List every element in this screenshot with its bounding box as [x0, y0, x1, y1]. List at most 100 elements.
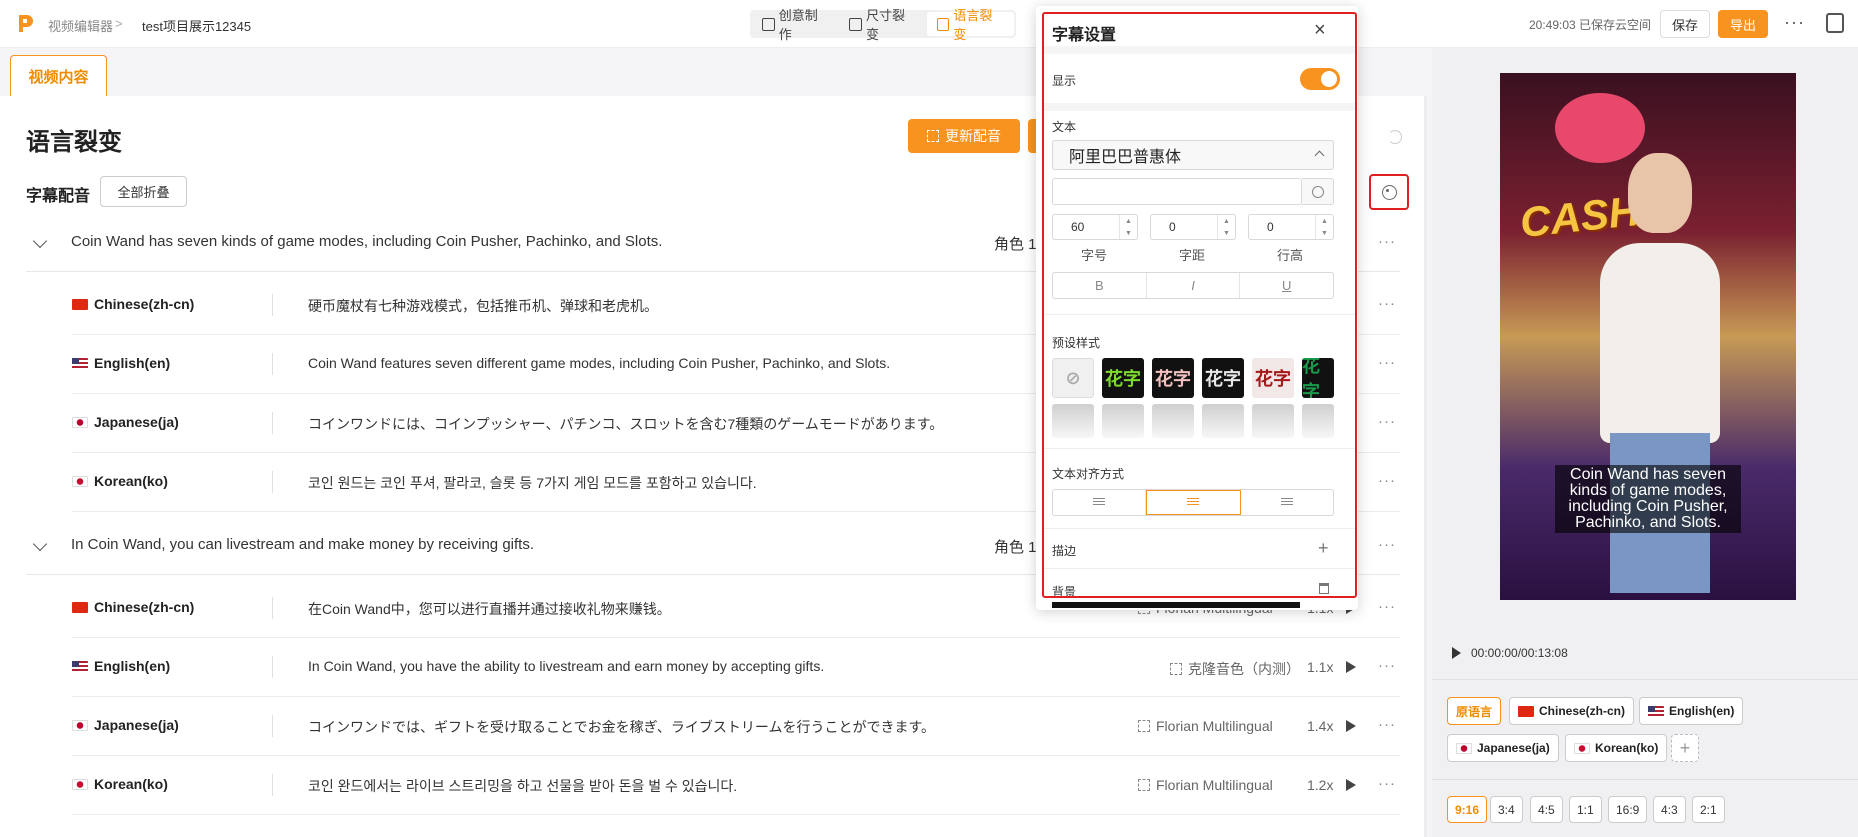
tab-creative[interactable]: 创意制作: [752, 8, 839, 42]
font-size-stepper[interactable]: 60 ▲ ▼: [1052, 214, 1138, 240]
underline-button[interactable]: U: [1240, 273, 1333, 298]
bold-button[interactable]: B: [1053, 273, 1147, 298]
preset-style-faded[interactable]: [1202, 404, 1244, 438]
more-icon[interactable]: ···: [1378, 472, 1396, 489]
tab-language[interactable]: 语言裂变: [926, 8, 1014, 42]
fold-all-button[interactable]: 全部折叠: [100, 176, 187, 207]
line-height-stepper[interactable]: 0 ▲ ▼: [1248, 214, 1334, 240]
translation-text[interactable]: 코인 원드는 코인 푸셔, 팔라코, 슬롯 등 7가지 게임 모드를 포함하고 …: [308, 473, 757, 493]
app-logo-icon[interactable]: [16, 12, 34, 34]
translation-text[interactable]: In Coin Wand, you have the ability to li…: [308, 658, 824, 674]
subtitle-overlay[interactable]: Coin Wand has seven kinds of game modes,…: [1555, 465, 1741, 533]
preset-style-white[interactable]: 花字: [1202, 358, 1244, 398]
translation-text[interactable]: 在Coin Wand中，您可以进行直播并通过接收礼物来赚钱。: [308, 599, 671, 619]
play-icon[interactable]: [1452, 647, 1461, 659]
more-icon[interactable]: ···: [1378, 536, 1396, 553]
project-name[interactable]: test项目展示12345: [142, 16, 251, 35]
background-color-swatch[interactable]: [1052, 602, 1300, 608]
stepper-arrows-icon[interactable]: ▲ ▼: [1217, 215, 1235, 239]
italic-button[interactable]: I: [1147, 273, 1241, 298]
more-icon[interactable]: ···: [1378, 657, 1396, 674]
close-icon[interactable]: ×: [1314, 19, 1326, 42]
redo-icon[interactable]: [1388, 130, 1402, 144]
stepper-arrows-icon[interactable]: ▲ ▼: [1315, 215, 1333, 239]
ratio-4-3[interactable]: 4:3: [1653, 796, 1686, 823]
play-icon[interactable]: [1346, 720, 1356, 732]
save-button[interactable]: 保存: [1660, 10, 1710, 38]
scrollbar[interactable]: [1424, 96, 1427, 837]
subtitle-style-button[interactable]: [1369, 174, 1409, 210]
translation-text[interactable]: コインワンドには、コインプッシャー、パチンコ、スロットを含む7種類のゲームモード…: [308, 414, 943, 434]
align-center-button[interactable]: [1146, 490, 1241, 515]
popup-title: 字幕设置: [1052, 27, 1117, 44]
preset-style-red[interactable]: 花字: [1252, 358, 1294, 398]
preset-style-faded[interactable]: [1302, 404, 1334, 438]
more-icon[interactable]: ···: [1378, 716, 1396, 733]
preset-none[interactable]: ⊘: [1052, 358, 1094, 398]
ratio-2-1[interactable]: 2:1: [1692, 796, 1725, 823]
ratio-3-4[interactable]: 3:4: [1490, 796, 1523, 823]
translation-text[interactable]: 硬币魔杖有七种游戏模式，包括推币机、弹球和老虎机。: [308, 296, 658, 316]
table-row: Korean(ko) 코인 완드에서는 라이브 스트리밍을 하고 선물을 받아 …: [72, 756, 1400, 815]
play-icon[interactable]: [1346, 661, 1356, 673]
color-picker-button[interactable]: [1302, 178, 1334, 205]
translation-text[interactable]: 코인 완드에서는 라이브 스트리밍을 하고 선물을 받아 돈을 벌 수 있습니다…: [308, 776, 737, 796]
letter-spacing-stepper[interactable]: 0 ▲ ▼: [1150, 214, 1236, 240]
color-field[interactable]: [1052, 178, 1302, 205]
tab-video-content[interactable]: 视频内容: [10, 55, 107, 96]
more-menu-icon[interactable]: ···: [1784, 12, 1805, 33]
preset-style-darkgreen[interactable]: 花字: [1302, 358, 1334, 398]
line-height-label: 行高: [1277, 248, 1304, 263]
lang-chip-ko[interactable]: Korean(ko): [1565, 734, 1668, 762]
font-select[interactable]: 阿里巴巴普惠体: [1052, 140, 1334, 170]
translation-text[interactable]: Coin Wand features seven different game …: [308, 355, 890, 371]
divider: [272, 656, 273, 678]
align-left-button[interactable]: [1053, 490, 1147, 515]
align-right-button[interactable]: [1241, 490, 1333, 515]
chevron-down-icon[interactable]: [32, 536, 48, 552]
role-label[interactable]: 角色 1: [994, 233, 1037, 254]
preset-style-green[interactable]: 花字: [1102, 358, 1144, 398]
export-button[interactable]: 导出: [1718, 10, 1768, 38]
update-dub-button[interactable]: 更新配音: [908, 119, 1020, 153]
lang-chip-zh[interactable]: Chinese(zh-cn): [1509, 697, 1635, 725]
more-icon[interactable]: ···: [1378, 295, 1396, 312]
role-label[interactable]: 角色 1: [994, 536, 1037, 557]
voice-selector[interactable]: 克隆音色（内测）: [1170, 659, 1300, 679]
ratio-1-1[interactable]: 1:1: [1569, 796, 1602, 823]
tab-resize[interactable]: 尺寸裂变: [839, 8, 926, 42]
show-toggle[interactable]: [1300, 68, 1340, 90]
flag-jp-icon: [72, 719, 88, 731]
preset-style-faded[interactable]: [1252, 404, 1294, 438]
chevron-down-icon[interactable]: [32, 233, 48, 249]
add-stroke-icon[interactable]: +: [1318, 538, 1329, 559]
preset-style-faded[interactable]: [1152, 404, 1194, 438]
add-language-button[interactable]: +: [1671, 734, 1699, 762]
more-icon[interactable]: ···: [1378, 354, 1396, 371]
trash-icon[interactable]: [1319, 583, 1329, 594]
ratio-9-16[interactable]: 9:16: [1447, 796, 1488, 823]
stepper-arrows-icon[interactable]: ▲ ▼: [1119, 215, 1137, 239]
lang-chip-ja[interactable]: Japanese(ja): [1447, 734, 1559, 762]
breadcrumb-root[interactable]: 视频编辑器: [48, 16, 113, 35]
ratio-4-5[interactable]: 4:5: [1530, 796, 1563, 823]
translation-text[interactable]: コインワンドでは、ギフトを受け取ることでお金を稼ぎ、ライブストリームを行うことが…: [308, 717, 935, 737]
lang-chip-en[interactable]: English(en): [1639, 697, 1744, 725]
voice-selector[interactable]: Florian Multilingual: [1138, 718, 1273, 734]
play-icon[interactable]: [1346, 779, 1356, 791]
more-icon[interactable]: ···: [1378, 775, 1396, 792]
preset-style-pink[interactable]: 花字: [1152, 358, 1194, 398]
speed-label[interactable]: 1.2x: [1307, 777, 1333, 793]
lang-chip-original[interactable]: 原语言: [1447, 697, 1502, 725]
speed-label[interactable]: 1.1x: [1307, 659, 1333, 675]
more-icon[interactable]: ···: [1378, 413, 1396, 430]
video-preview[interactable]: CASH Coin Wand has seven kinds of game m…: [1500, 73, 1796, 600]
more-icon[interactable]: ···: [1378, 233, 1396, 250]
preset-style-faded[interactable]: [1102, 404, 1144, 438]
ratio-16-9[interactable]: 16:9: [1608, 796, 1648, 823]
task-list-icon[interactable]: [1826, 13, 1844, 33]
speed-label[interactable]: 1.4x: [1307, 718, 1333, 734]
preset-style-faded[interactable]: [1052, 404, 1094, 438]
more-icon[interactable]: ···: [1378, 598, 1396, 615]
voice-selector[interactable]: Florian Multilingual: [1138, 777, 1273, 793]
